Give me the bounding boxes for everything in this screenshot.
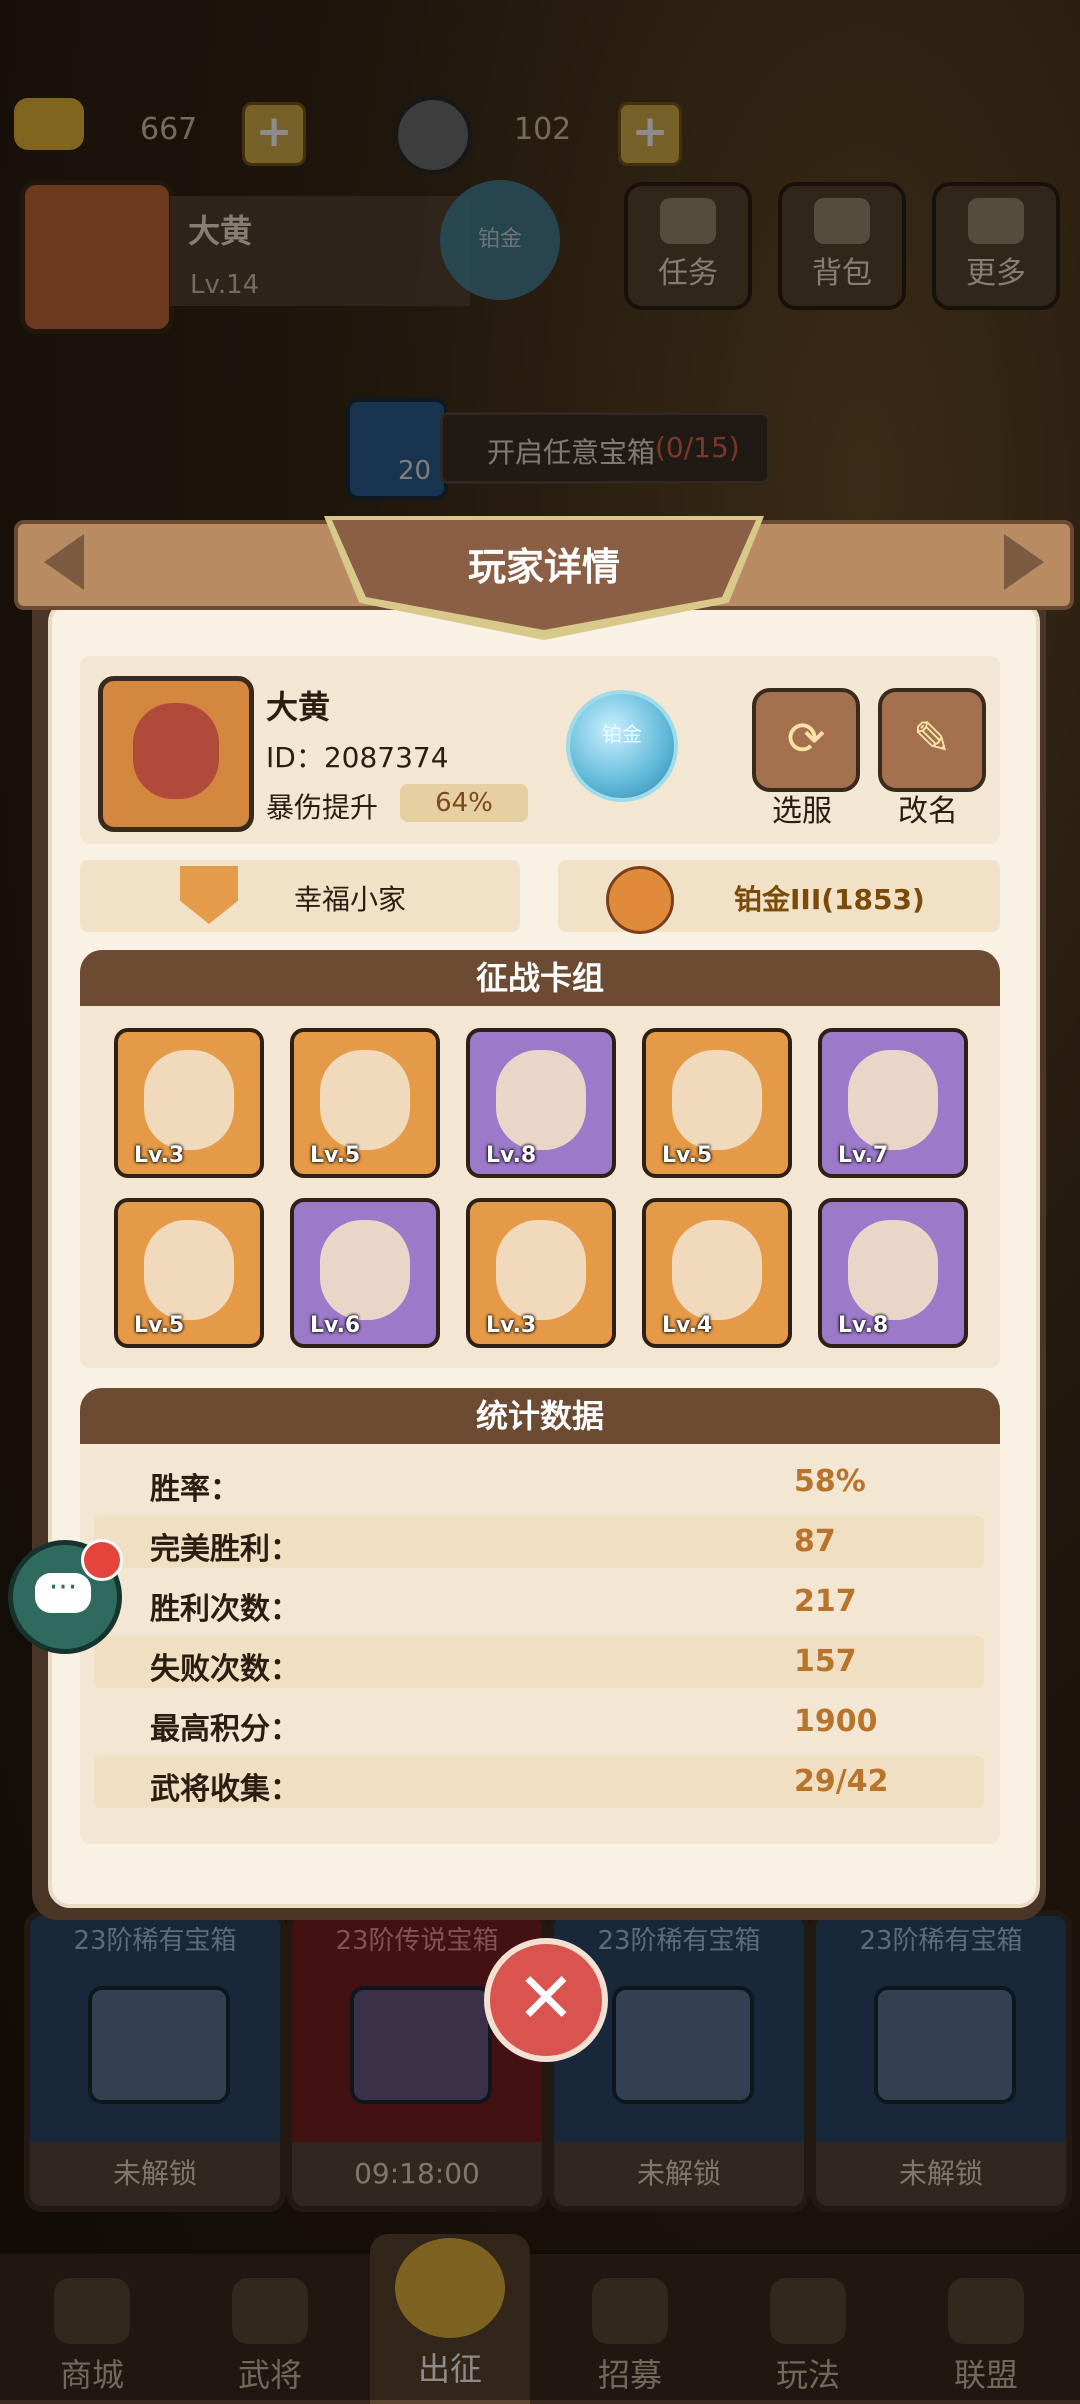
hero-portrait-icon [496,1220,586,1320]
hero-portrait-icon [848,1050,938,1150]
stat-value: 58% [794,1464,866,1499]
hero-card[interactable]: Lv.7 [818,1028,968,1178]
stat-label: 胜利次数： [150,1592,300,1627]
hero-card[interactable]: Lv.5 [114,1198,264,1348]
crit-value: 64% [400,784,528,822]
stat-row: 武将收集： 29/42 [94,1756,984,1808]
hero-card[interactable]: Lv.6 [290,1198,440,1348]
rank-text: 铂金III(1853) [734,883,925,916]
hero-portrait-icon [496,1050,586,1150]
stat-row: 失败次数： 157 [94,1636,984,1688]
hero-portrait-icon [144,1220,234,1320]
chat-icon: ··· [35,1573,91,1613]
switch-server-label: 选服 [772,794,832,829]
hero-portrait-icon [320,1220,410,1320]
hero-card[interactable]: Lv.5 [642,1028,792,1178]
rename-button[interactable]: ✎ [878,688,986,792]
card-level: Lv.7 [838,1143,889,1168]
hero-portrait-icon [672,1050,762,1150]
card-level: Lv.5 [134,1313,185,1338]
switch-server-button[interactable]: ⟳ [752,688,860,792]
hero-portrait-icon [144,1050,234,1150]
notification-dot [81,1539,123,1581]
stat-row: 胜利次数： 217 [94,1576,984,1628]
rank-pouch-icon [606,866,674,934]
card-level: Lv.8 [486,1143,537,1168]
guild-shield-icon [180,866,238,924]
stat-label: 完美胜利： [150,1532,300,1567]
close-icon: ✕ [516,1957,576,2039]
card-level: Lv.5 [662,1143,713,1168]
hero-portrait-icon [133,703,219,799]
profile-id: ID：2087374 [266,741,449,774]
chat-button[interactable]: ··· [8,1539,123,1654]
crit-label: 暴伤提升 [266,791,379,824]
stat-value: 87 [794,1524,836,1559]
hero-card[interactable]: Lv.3 [114,1028,264,1178]
hero-portrait-icon [320,1050,410,1150]
stat-row: 完美胜利： 87 [94,1516,984,1568]
guild-row[interactable]: 幸福小家 [80,860,520,932]
guild-name: 幸福小家 [294,883,407,916]
profile-name: 大黄 [266,688,331,726]
stat-label: 最高积分： [150,1712,300,1747]
rank-emblem-text: 铂金 [602,722,642,746]
modal-title: 玩家详情 [467,545,620,589]
stat-label: 胜率： [150,1472,240,1507]
rank-row[interactable]: 铂金III(1853) [558,860,1000,934]
card-level: Lv.4 [662,1313,713,1338]
card-level: Lv.8 [838,1313,889,1338]
stat-label: 武将收集： [150,1772,300,1807]
deck-header: 征战卡组 [80,950,1000,1006]
refresh-icon: ⟳ [786,711,826,765]
card-level: Lv.3 [134,1143,185,1168]
stat-value: 157 [794,1644,857,1679]
pencil-icon: ✎ [912,711,952,765]
rank-emblem: 铂金 [566,690,678,802]
stat-value: 29/42 [794,1764,889,1799]
hero-card[interactable]: Lv.8 [818,1198,968,1348]
hero-portrait-icon [672,1220,762,1320]
close-button[interactable]: ✕ [484,1938,608,2062]
card-level: Lv.5 [310,1143,361,1168]
stat-label: 失败次数： [150,1652,300,1687]
stat-row: 最高积分： 1900 [94,1696,984,1748]
hero-card[interactable]: Lv.5 [290,1028,440,1178]
stat-value: 1900 [794,1704,878,1739]
card-level: Lv.3 [486,1313,537,1338]
hero-card[interactable]: Lv.8 [466,1028,616,1178]
ribbon-left-arrow-icon [44,534,84,590]
profile-avatar [98,676,254,832]
hero-card[interactable]: Lv.3 [466,1198,616,1348]
hero-card[interactable]: Lv.4 [642,1198,792,1348]
stats-header: 统计数据 [80,1388,1000,1444]
stat-row: 胜率： 58% [94,1456,984,1508]
ribbon-right-arrow-icon [1004,534,1044,590]
stat-value: 217 [794,1584,857,1619]
rename-label: 改名 [898,794,958,829]
card-level: Lv.6 [310,1313,361,1338]
hero-portrait-icon [848,1220,938,1320]
